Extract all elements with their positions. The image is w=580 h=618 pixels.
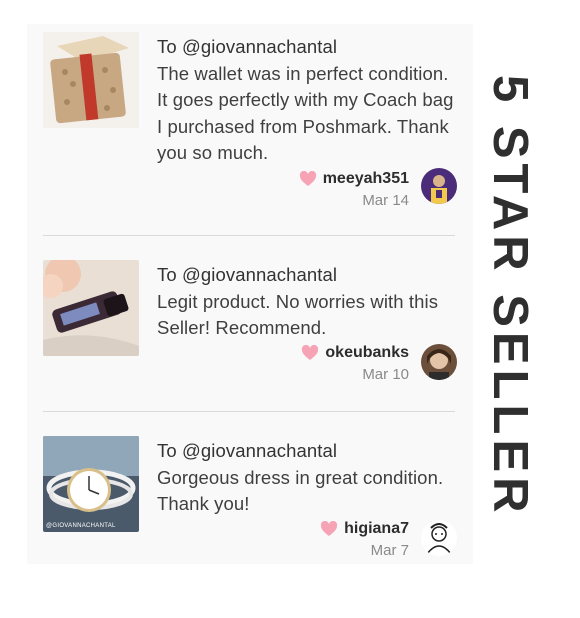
review-author[interactable]: higiana7 bbox=[320, 520, 409, 538]
username[interactable]: higiana7 bbox=[344, 520, 409, 538]
user-avatar-sketch[interactable] bbox=[421, 520, 457, 556]
review-recipient[interactable]: To @giovannachantal bbox=[157, 34, 457, 61]
review-text: To @giovannachantal Legit product. No wo… bbox=[157, 262, 457, 342]
divider bbox=[43, 235, 455, 236]
review-card-3: @GIOVANNACHANTAL To @giovannachantal Gor… bbox=[27, 428, 457, 618]
review-card-1: To @giovannachantal The wallet was in pe… bbox=[27, 24, 457, 214]
wrap-watch-photo[interactable]: @GIOVANNACHANTAL bbox=[43, 436, 139, 532]
review-text: To @giovannachantal The wallet was in pe… bbox=[157, 34, 457, 167]
review-card-2: To @giovannachantal Legit product. No wo… bbox=[27, 252, 457, 442]
banner-text: 5 STAR SELLER bbox=[483, 74, 537, 518]
user-avatar-photo[interactable] bbox=[421, 344, 457, 380]
coach-wallet-photo[interactable] bbox=[43, 32, 139, 128]
review-body: The wallet was in perfect condition. It … bbox=[157, 62, 454, 164]
review-body: Gorgeous dress in great condition. Thank… bbox=[157, 466, 444, 515]
review-text: To @giovannachantal Gorgeous dress in gr… bbox=[157, 438, 457, 518]
watermark: @GIOVANNACHANTAL bbox=[46, 523, 116, 529]
username[interactable]: meeyah351 bbox=[323, 170, 409, 188]
review-author[interactable]: okeubanks bbox=[301, 344, 409, 362]
heart-icon bbox=[299, 171, 316, 186]
review-recipient[interactable]: To @giovannachantal bbox=[157, 262, 457, 289]
review-recipient[interactable]: To @giovannachantal bbox=[157, 438, 457, 465]
user-avatar-purple[interactable] bbox=[421, 168, 457, 204]
review-author[interactable]: meeyah351 bbox=[299, 170, 409, 188]
doterra-bottle-photo[interactable] bbox=[43, 260, 139, 356]
review-body: Legit product. No worries with this Sell… bbox=[157, 290, 439, 339]
heart-icon bbox=[321, 521, 338, 536]
five-star-seller-banner: 5 STAR SELLER bbox=[480, 75, 540, 518]
heart-icon bbox=[302, 345, 319, 360]
divider bbox=[43, 411, 455, 412]
review-date: Mar 7 bbox=[370, 542, 409, 559]
review-date: Mar 14 bbox=[362, 192, 409, 209]
review-date: Mar 10 bbox=[362, 366, 409, 383]
username[interactable]: okeubanks bbox=[325, 344, 409, 362]
